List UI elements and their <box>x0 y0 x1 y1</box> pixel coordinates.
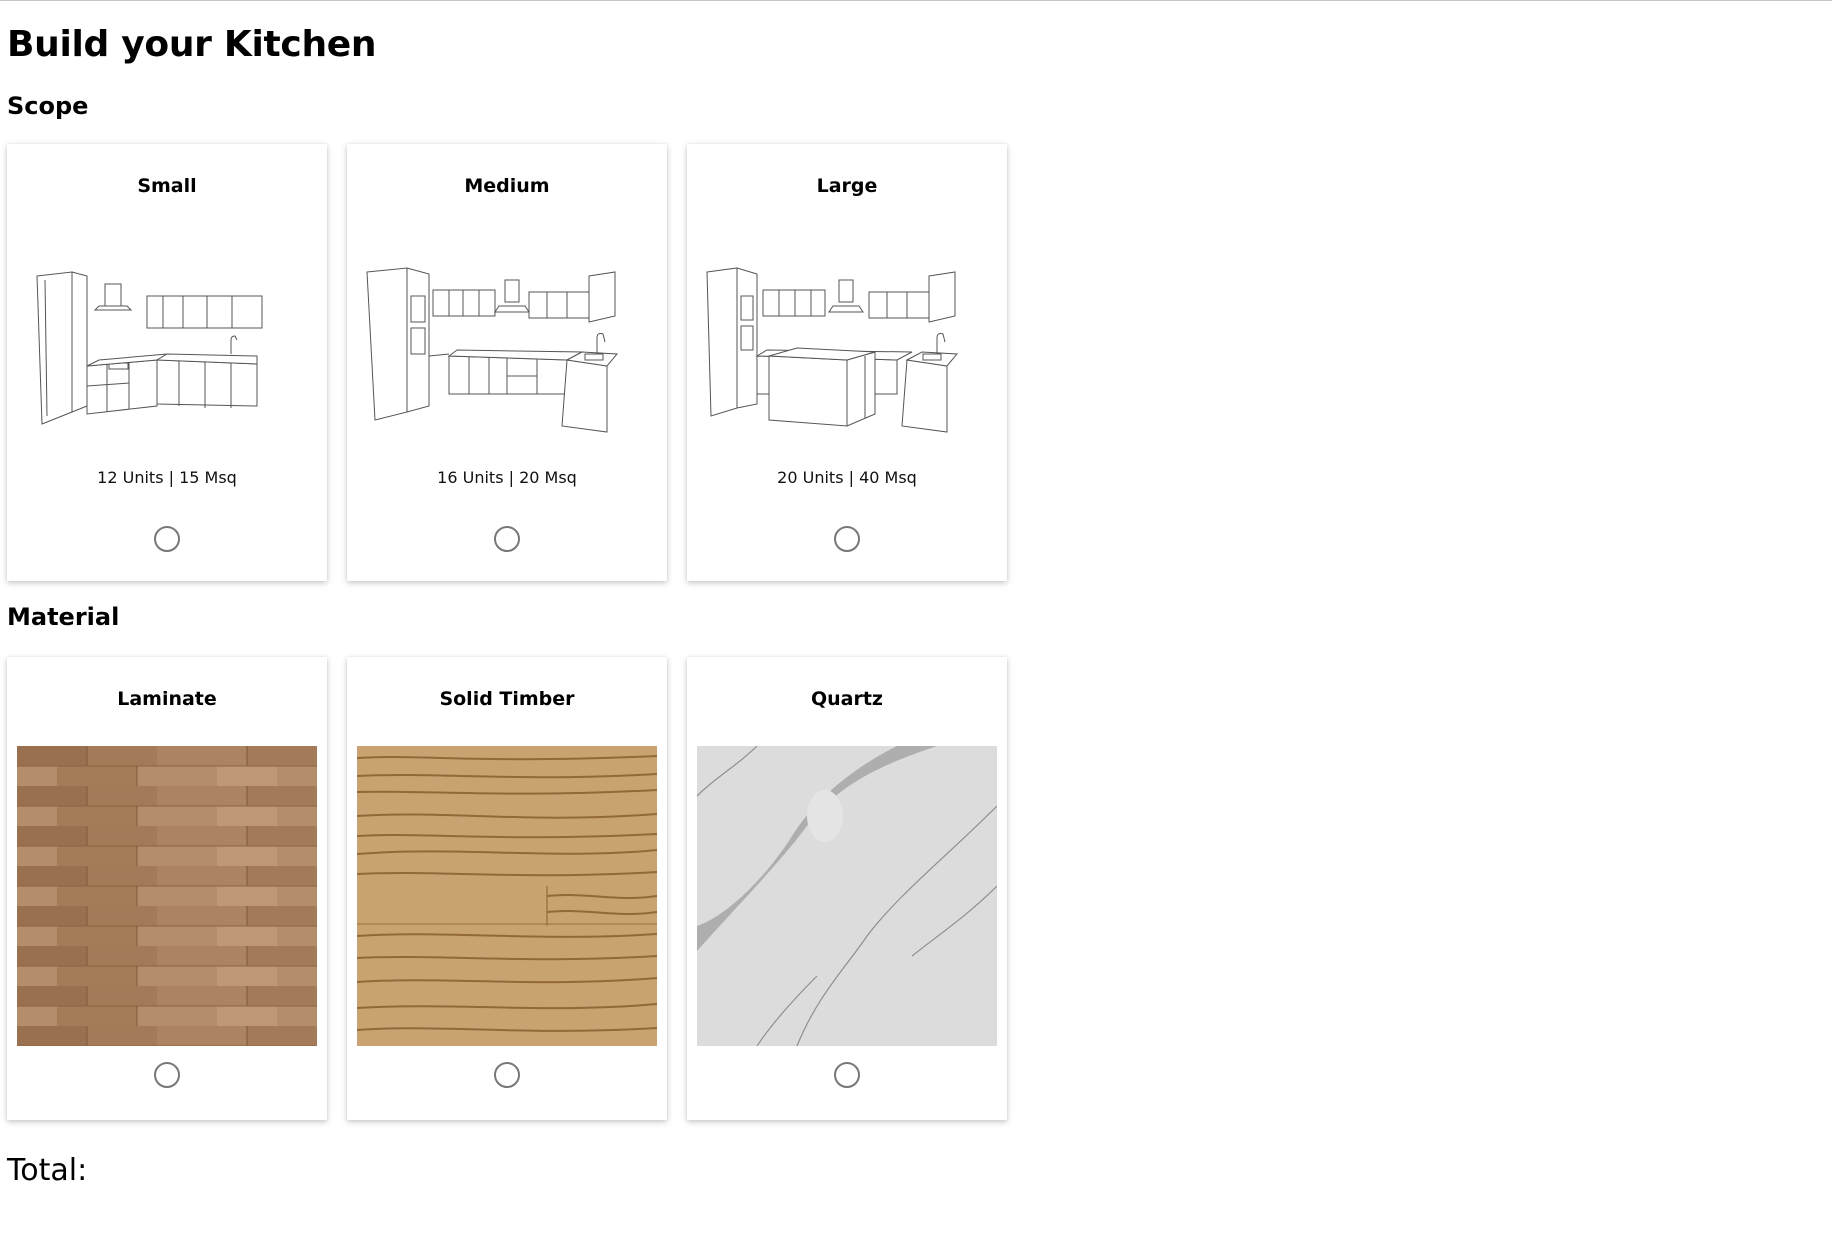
material-card-quartz[interactable]: Quartz <box>687 657 1007 1120</box>
material-heading: Material <box>7 603 120 631</box>
material-radio-laminate[interactable] <box>154 1062 180 1088</box>
page-title: Build your Kitchen <box>7 24 377 65</box>
scope-card-meta: 20 Units | 40 Msq <box>777 468 917 487</box>
scope-card-meta: 16 Units | 20 Msq <box>437 468 577 487</box>
material-radio-solid-timber[interactable] <box>494 1062 520 1088</box>
material-card-title: Quartz <box>810 688 883 710</box>
medium-kitchen-illustration <box>366 267 619 433</box>
scope-card-small[interactable]: Small 12 Units | 15 Msq <box>7 144 327 581</box>
material-card-title: Solid Timber <box>439 688 575 710</box>
scope-heading: Scope <box>7 92 89 120</box>
scope-card-title: Small <box>137 175 197 197</box>
scope-card-title: Large <box>816 175 878 197</box>
scope-options: Small 12 Units | 15 Msq Medium 16 Units … <box>7 144 1007 581</box>
solid-timber-texture <box>357 746 657 1046</box>
top-border <box>0 0 1832 1</box>
scope-card-meta: 12 Units | 15 Msq <box>97 468 237 487</box>
scope-card-title: Medium <box>464 175 550 197</box>
scope-radio-small[interactable] <box>154 526 180 552</box>
scope-card-medium[interactable]: Medium 16 Units | 20 Msq <box>347 144 667 581</box>
total-label: Total: <box>7 1153 88 1188</box>
laminate-texture <box>17 746 317 1046</box>
material-card-laminate[interactable]: Laminate <box>7 657 327 1120</box>
large-kitchen-illustration <box>706 267 959 433</box>
scope-radio-medium[interactable] <box>494 526 520 552</box>
small-kitchen-illustration <box>36 271 263 425</box>
material-card-title: Laminate <box>117 688 217 710</box>
material-card-solid-timber[interactable]: Solid Timber <box>347 657 667 1120</box>
scope-card-large[interactable]: Large 20 Units | 40 Msq <box>687 144 1007 581</box>
material-radio-quartz[interactable] <box>834 1062 860 1088</box>
material-options: Laminate Solid Timber Quartz <box>7 657 1007 1120</box>
quartz-texture <box>697 746 997 1046</box>
scope-radio-large[interactable] <box>834 526 860 552</box>
